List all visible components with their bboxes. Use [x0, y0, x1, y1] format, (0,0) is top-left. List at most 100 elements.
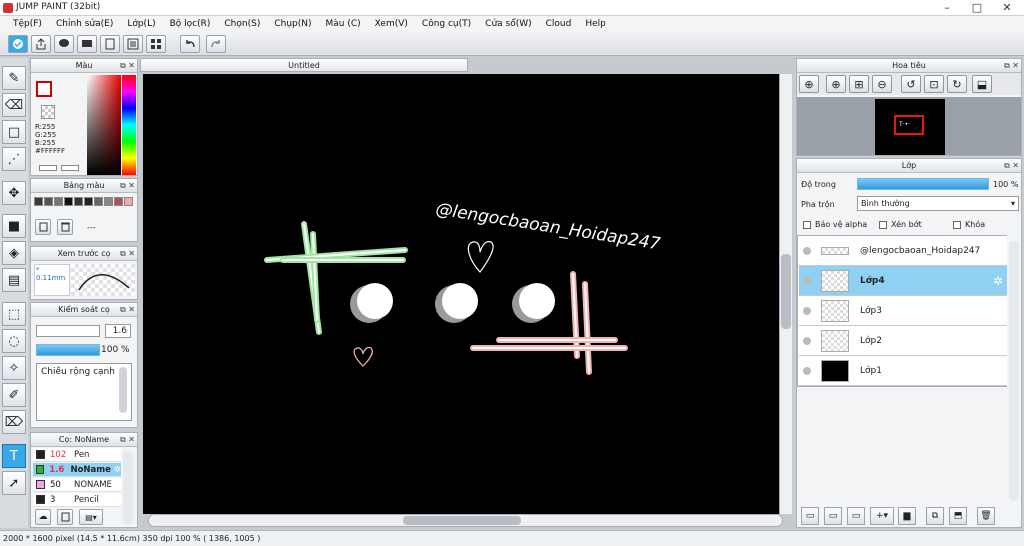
palette-swatch-8[interactable] — [114, 197, 123, 206]
menu-help[interactable]: Help — [578, 19, 613, 29]
menu-edit[interactable]: Chỉnh sửa(E) — [49, 19, 120, 29]
move-tool-icon[interactable]: ✥ — [2, 181, 26, 205]
gradient-tool-icon[interactable]: ▤ — [2, 268, 26, 292]
document-tab[interactable]: Untitled — [140, 58, 468, 72]
selection-tool-icon[interactable]: □ — [2, 120, 26, 144]
message-icon[interactable] — [77, 35, 97, 53]
document-icon[interactable] — [100, 35, 120, 53]
new-brush-icon[interactable] — [57, 509, 73, 525]
lasso-select-icon[interactable]: ◌ — [2, 329, 26, 353]
palette-swatch-7[interactable] — [104, 197, 113, 206]
navigator-thumbnail[interactable]: T·•· — [875, 99, 945, 155]
fill-rect-tool-icon[interactable]: ■ — [2, 214, 26, 238]
horizontal-scroll-thumb[interactable] — [403, 516, 521, 525]
flip-icon[interactable]: ⬓ — [972, 75, 992, 93]
brush-item-noname-upper[interactable]: 50 NONAME — [33, 478, 121, 492]
brush-list-scrollbar[interactable] — [123, 451, 133, 525]
new-layer-icon[interactable]: ▭ — [801, 507, 819, 525]
layer-visibility-icon[interactable] — [803, 276, 811, 285]
transparent-color-button[interactable] — [61, 165, 79, 171]
select-pen-icon[interactable]: ✐ — [2, 383, 26, 407]
panel-controls-icon[interactable]: ⧉ ✕ — [120, 179, 135, 193]
palette-swatch-5[interactable] — [84, 197, 93, 206]
rotate-left-icon[interactable]: ↺ — [901, 75, 921, 93]
delete-layer-icon[interactable]: 🗑 — [977, 507, 995, 525]
copy-layer-icon[interactable]: ⧉ — [926, 507, 944, 525]
panel-controls-icon[interactable]: ⧉ ✕ — [1004, 59, 1019, 73]
panel-controls-icon[interactable]: ⧉ ✕ — [120, 303, 135, 317]
minimize-button[interactable]: – — [932, 0, 962, 16]
brush-tool-icon[interactable]: ✎ — [2, 66, 26, 90]
text-layer-icon[interactable]: ▭ — [847, 507, 865, 525]
main-color-swatch[interactable] — [36, 81, 52, 97]
panel-controls-icon[interactable]: ⧉ ✕ — [120, 59, 135, 73]
merge-layer-icon[interactable]: ⬒ — [949, 507, 967, 525]
add-layer-menu-icon[interactable]: +▾ — [870, 507, 894, 525]
brush-item-pencil[interactable]: 3 Pencil — [33, 493, 121, 507]
layer-row-lop1[interactable]: Lớp1 — [799, 356, 1007, 386]
layer-visibility-icon[interactable] — [803, 246, 811, 255]
delete-palette-icon[interactable] — [57, 219, 73, 235]
comment-icon[interactable] — [54, 35, 74, 53]
zoom-out-icon[interactable]: ⊖ — [872, 75, 892, 93]
bucket-tool-icon[interactable]: ◈ — [2, 241, 26, 265]
operation-tool-icon[interactable]: ➚ — [2, 471, 26, 495]
palette-swatch-0[interactable] — [34, 197, 43, 206]
color-saturation-box[interactable] — [87, 75, 121, 175]
layer-list-scrollbar[interactable] — [1009, 241, 1019, 501]
fit-window-icon[interactable]: ⊞ — [849, 75, 869, 93]
maximize-button[interactable]: □ — [962, 0, 992, 16]
menu-file[interactable]: Tệp(F) — [6, 19, 49, 29]
redo-icon[interactable] — [206, 35, 226, 53]
rect-select-icon[interactable]: ⬚ — [2, 302, 26, 326]
undo-icon[interactable] — [180, 35, 200, 53]
sub-color-swatch[interactable] — [41, 105, 55, 119]
cloud-sync-icon[interactable] — [8, 35, 28, 53]
folder-icon[interactable]: ▆ — [898, 507, 916, 525]
protect-alpha-checkbox[interactable]: Bảo vệ alpha — [803, 220, 867, 229]
menu-tools[interactable]: Công cụ(T) — [415, 19, 478, 29]
dotted-line-tool-icon[interactable]: ⋰ — [2, 147, 26, 171]
menu-filter[interactable]: Bộ lọc(R) — [163, 19, 218, 29]
zoom-in-icon[interactable]: ⊕ — [826, 75, 846, 93]
layer-visibility-icon[interactable] — [803, 306, 811, 315]
layer-row-lop2[interactable]: Lớp2 — [799, 326, 1007, 356]
gear-icon[interactable]: ✲ — [114, 465, 121, 475]
layer-row-lop4[interactable]: Lớp4 ✲ — [799, 266, 1007, 296]
lock-checkbox[interactable]: Khóa — [953, 220, 985, 229]
zoom-fit-icon[interactable]: ⊕ — [799, 75, 819, 93]
blend-mode-select[interactable]: Bình thường ▾ — [857, 196, 1019, 211]
menu-layer[interactable]: Lớp(L) — [120, 19, 162, 29]
reset-rotation-icon[interactable]: ⊡ — [924, 75, 944, 93]
brush-item-noname[interactable]: 1.6 NoName ✲ — [33, 463, 121, 477]
close-button[interactable]: ✕ — [992, 0, 1022, 16]
menu-select[interactable]: Chọn(S) — [217, 19, 267, 29]
clipping-checkbox[interactable]: Xén bớt — [879, 220, 922, 229]
swap-color-button[interactable] — [39, 165, 57, 171]
palette-swatch-3[interactable] — [64, 197, 73, 206]
menu-window[interactable]: Cửa sổ(W) — [478, 19, 538, 29]
select-eraser-icon[interactable]: ⌦ — [2, 410, 26, 434]
panel-controls-icon[interactable]: ⧉ ✕ — [120, 247, 135, 261]
brush-options-scrollbar[interactable] — [119, 367, 127, 413]
canvas-horizontal-scrollbar[interactable] — [148, 514, 783, 527]
brush-opacity-slider[interactable] — [36, 344, 100, 356]
list-icon[interactable] — [123, 35, 143, 53]
hue-slider[interactable] — [122, 75, 136, 175]
layer-row-lop3[interactable]: Lớp3 — [799, 296, 1007, 326]
vertical-scroll-thumb[interactable] — [781, 254, 791, 329]
canvas-vertical-scrollbar[interactable] — [779, 74, 792, 514]
share-icon[interactable] — [31, 35, 51, 53]
panel-controls-icon[interactable]: ⧉ ✕ — [1004, 159, 1019, 173]
palette-swatch-4[interactable] — [74, 197, 83, 206]
layer-visibility-icon[interactable] — [803, 366, 811, 375]
palette-swatch-6[interactable] — [94, 197, 103, 206]
menu-capture[interactable]: Chụp(N) — [267, 19, 318, 29]
brush-size-slider[interactable] — [36, 325, 100, 337]
palette-swatch-2[interactable] — [54, 197, 63, 206]
eraser-tool-icon[interactable]: ⌫ — [2, 93, 26, 117]
menu-cloud[interactable]: Cloud — [539, 19, 579, 29]
menu-view[interactable]: Xem(V) — [368, 19, 415, 29]
brush-menu-icon[interactable]: ▤▾ — [79, 509, 103, 525]
brush-size-value[interactable]: 1.6 — [105, 324, 131, 338]
